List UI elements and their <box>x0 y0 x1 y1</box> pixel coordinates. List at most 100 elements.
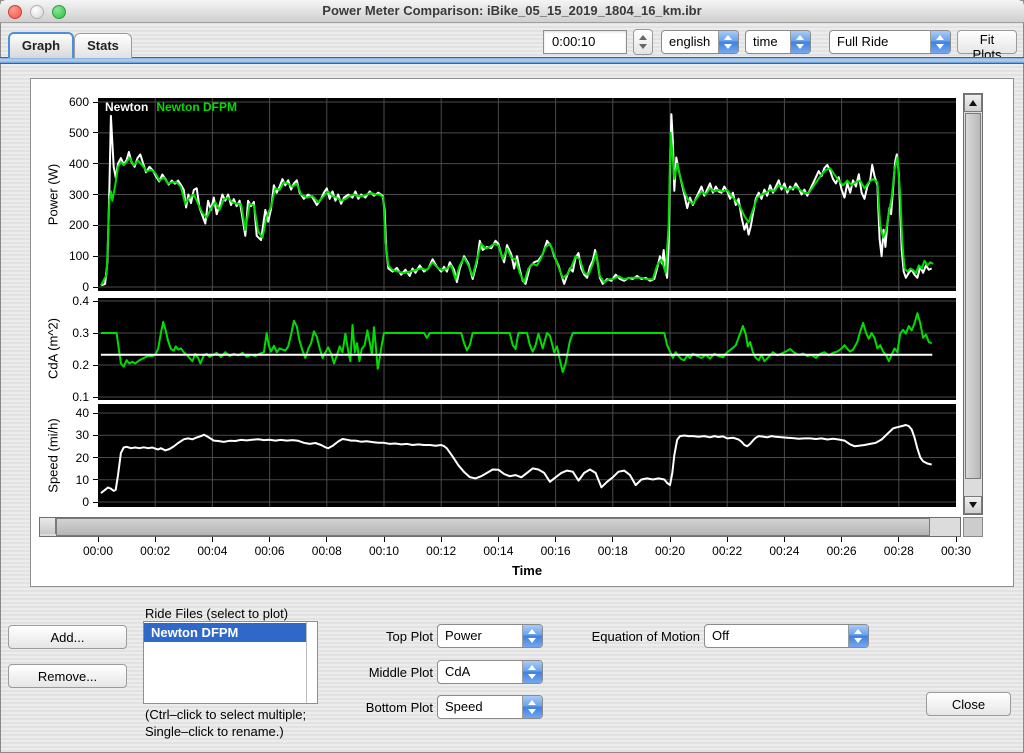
y-tick-mark <box>93 333 98 334</box>
popup-arrows-icon <box>522 661 542 683</box>
ride-files-hint: (Ctrl–click to select multiple; Single–c… <box>145 706 306 740</box>
power-plot[interactable]: NewtonNewton DFPM <box>98 98 956 291</box>
legend-newton: Newton <box>105 100 148 114</box>
ride-files-list[interactable]: Newton DFPM <box>143 621 318 704</box>
x-tick-label: 00:30 <box>931 544 981 558</box>
middle-plot-value: CdA <box>445 661 470 683</box>
y-tick-mark <box>93 397 98 398</box>
stepper-up-icon[interactable] <box>639 35 647 40</box>
x-tick-label: 00:02 <box>130 544 180 558</box>
plot-legend: NewtonNewton DFPM <box>105 100 237 114</box>
x-tick-label: 00:26 <box>817 544 867 558</box>
xaxis-popup[interactable]: time <box>745 30 811 54</box>
y-tick-mark <box>93 132 98 133</box>
y-tick-mark <box>93 194 98 195</box>
middle-plot-label: Middle Plot <box>338 665 433 680</box>
x-tick-label: 00:08 <box>302 544 352 558</box>
top-plot-value: Power <box>445 625 482 647</box>
x-tick-mark <box>269 537 270 542</box>
y-tick-mark <box>93 102 98 103</box>
range-popup[interactable]: Full Ride <box>829 30 951 54</box>
y-tick-mark <box>93 163 98 164</box>
power-series-newton-dfpm <box>101 133 933 286</box>
equation-of-motion-popup[interactable]: Off <box>704 624 869 648</box>
units-popup-value: english <box>669 31 710 53</box>
popup-arrows-icon <box>790 31 810 53</box>
middle-plot-popup[interactable]: CdA <box>437 660 543 684</box>
x-tick-label: 00:14 <box>473 544 523 558</box>
y-tick-mark <box>93 287 98 288</box>
list-scrollbar[interactable] <box>306 622 317 703</box>
horizontal-scrollbar-thumb[interactable] <box>56 518 930 536</box>
speed-plot-canvas <box>98 404 956 507</box>
x-tick-mark <box>98 537 99 542</box>
plot-panel: NewtonNewton DFPM 0100200300400500600Pow… <box>30 78 1014 587</box>
tab-stats[interactable]: Stats <box>74 33 132 58</box>
x-tick-label: 00:12 <box>416 544 466 558</box>
x-tick-mark <box>212 537 213 542</box>
y-tick-mark <box>93 479 98 480</box>
popup-arrows-icon <box>848 625 868 647</box>
scrollbar-corner <box>963 517 983 537</box>
hint-line-1: (Ctrl–click to select multiple; <box>145 706 306 723</box>
x-tick-label: 00:06 <box>245 544 295 558</box>
y-tick-mark <box>93 435 98 436</box>
x-tick-mark <box>441 537 442 542</box>
y-tick-mark <box>93 457 98 458</box>
tab-graph[interactable]: Graph <box>8 32 74 58</box>
popup-arrows-icon <box>522 696 542 718</box>
scroll-up-icon[interactable] <box>964 94 982 112</box>
add-button[interactable]: Add... <box>8 625 127 649</box>
x-axis-title: Time <box>98 563 956 578</box>
cda-series-newton-dfpm <box>101 313 932 372</box>
x-tick-mark <box>841 537 842 542</box>
x-tick-label: 00:22 <box>702 544 752 558</box>
y-tick-mark <box>93 502 98 503</box>
top-plot-label: Top Plot <box>338 629 433 644</box>
y-tick-mark <box>93 225 98 226</box>
x-tick-label: 00:04 <box>187 544 237 558</box>
y-tick-mark <box>93 301 98 302</box>
ride-files-label: Ride Files (select to plot) <box>145 606 288 621</box>
popup-arrows-icon <box>718 31 738 53</box>
y-tick-mark <box>93 365 98 366</box>
equation-of-motion-value: Off <box>712 625 729 647</box>
x-tick-label: 00:24 <box>759 544 809 558</box>
stepper-down-icon[interactable] <box>639 44 647 49</box>
vertical-scrollbar-thumb[interactable] <box>965 113 981 479</box>
fit-plots-button[interactable]: Fit Plots <box>957 30 1017 54</box>
x-tick-mark <box>956 537 957 542</box>
power-plot-canvas <box>98 98 956 291</box>
power-axis-title: Power (W) <box>46 124 61 264</box>
interval-stepper[interactable] <box>633 29 653 55</box>
x-tick-mark <box>612 537 613 542</box>
scroll-down-icon[interactable] <box>964 496 982 514</box>
top-plot-popup[interactable]: Power <box>437 624 543 648</box>
close-button[interactable]: Close <box>926 692 1011 716</box>
remove-button[interactable]: Remove... <box>8 664 127 688</box>
range-popup-value: Full Ride <box>837 31 888 53</box>
interval-field[interactable]: 0:00:10 <box>543 30 627 54</box>
x-tick-label: 00:18 <box>588 544 638 558</box>
x-tick-mark <box>498 537 499 542</box>
vertical-scrollbar[interactable] <box>963 93 983 515</box>
interval-value: 0:00:10 <box>544 31 626 53</box>
tab-pane-edge <box>0 57 1024 64</box>
window-title: Power Meter Comparison: iBike_05_15_2019… <box>0 0 1024 22</box>
x-tick-label: 00:00 <box>73 544 123 558</box>
x-tick-mark <box>727 537 728 542</box>
y-tick-label: 600 <box>31 95 89 109</box>
popup-arrows-icon <box>930 31 950 53</box>
cda-plot[interactable] <box>98 298 956 400</box>
popup-arrows-icon <box>522 625 542 647</box>
horizontal-scrollbar[interactable] <box>39 517 961 537</box>
y-tick-mark <box>93 413 98 414</box>
speed-plot[interactable] <box>98 404 956 507</box>
hint-line-2: Single–click to rename.) <box>145 723 306 740</box>
list-item-newton-dfpm[interactable]: Newton DFPM <box>144 623 306 642</box>
bottom-plot-label: Bottom Plot <box>338 700 433 715</box>
units-popup[interactable]: english <box>661 30 739 54</box>
x-tick-label: 00:10 <box>359 544 409 558</box>
bottom-plot-popup[interactable]: Speed <box>437 695 543 719</box>
horizontal-scrollbar-left-button[interactable] <box>40 518 56 534</box>
